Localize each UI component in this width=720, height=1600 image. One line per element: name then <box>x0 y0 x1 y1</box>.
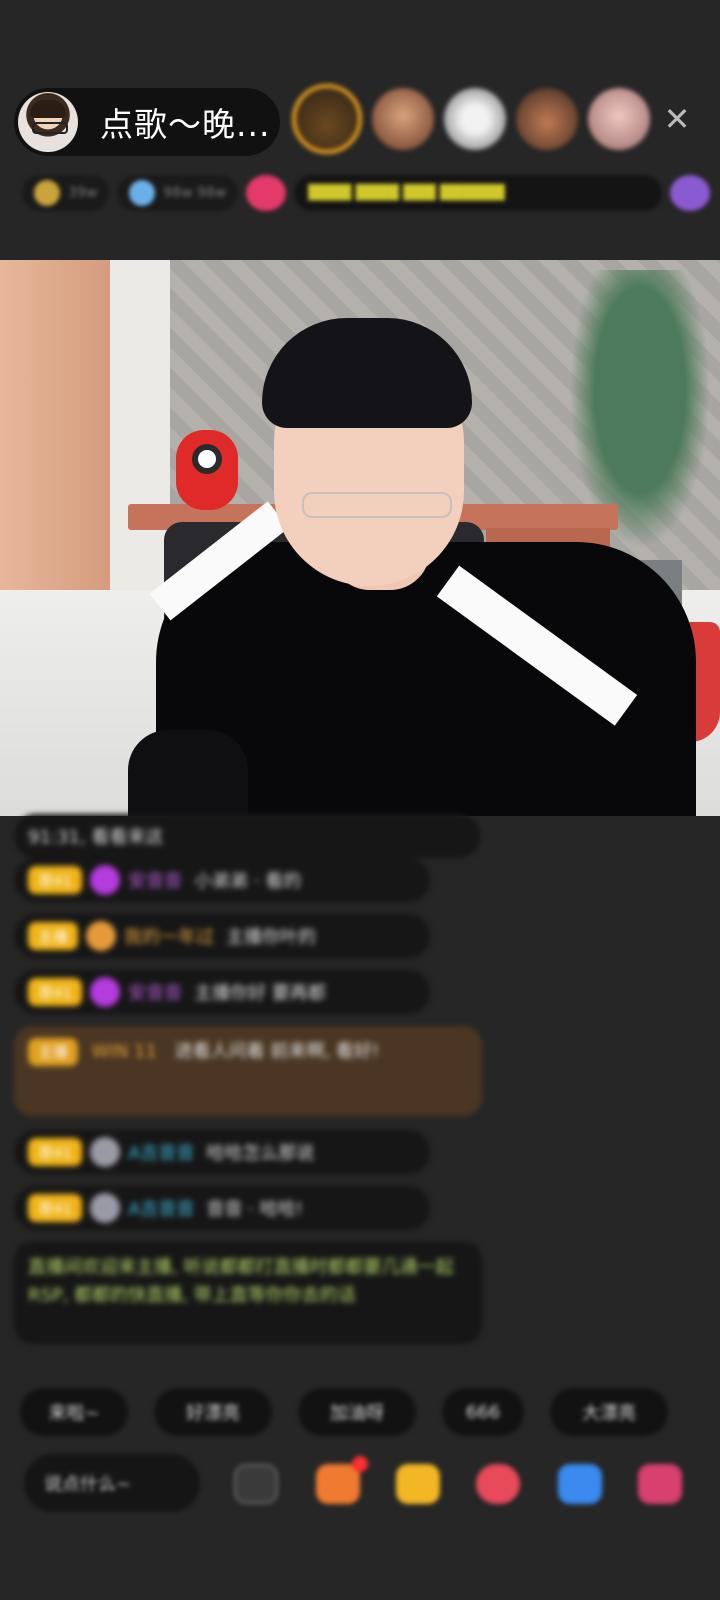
chat-input[interactable]: 说点什么~ <box>24 1454 200 1512</box>
chat-username[interactable]: A吉音音 <box>128 1139 194 1165</box>
announcement-text: 直播间欢迎来主播, 听说都都打直播时都都要几通一起RSP, 都都的快直播, 带上… <box>28 1257 454 1306</box>
chat-message-highlight[interactable]: 主播 WIN 11 进看人问着 前来啊, 看好! <box>14 1026 482 1116</box>
fans-icon <box>129 180 156 206</box>
game-icon[interactable] <box>558 1464 602 1504</box>
fire-icon <box>34 180 60 206</box>
chat-username[interactable]: 安音音 <box>128 979 182 1005</box>
level-badge: 哥41 <box>28 1194 83 1222</box>
chat-text: 主播你好 要再都 <box>194 983 326 1004</box>
rank-banner-text: ████ ████ ███ ██████ <box>308 185 505 201</box>
popularity-chip[interactable]: 39w <box>22 175 110 211</box>
chat-message[interactable]: 哥41 A吉音音 音音 · 哈哈! <box>14 1186 430 1230</box>
chat-text: 主播你叶的 <box>226 927 317 948</box>
popularity-value: 39w <box>68 185 98 201</box>
chat-username[interactable]: 我的一年过 <box>124 923 214 949</box>
chat-text: 小弟弟 · 看的 <box>194 871 302 892</box>
close-icon[interactable]: ✕ <box>662 103 692 135</box>
chat-text: 音音 · 哈哈! <box>206 1199 303 1220</box>
video-microphone <box>128 730 248 816</box>
video-mascot-eye <box>192 444 222 474</box>
gift-icon[interactable] <box>638 1464 682 1504</box>
viewer-avatar-list <box>292 84 660 154</box>
gift-box-icon[interactable] <box>316 1456 368 1504</box>
viewer-avatar[interactable] <box>588 88 650 150</box>
diamond-icon <box>90 865 121 895</box>
level-badge: 主播 <box>28 1038 79 1066</box>
fans-value: 98w 98w <box>163 185 227 201</box>
level-badge: 哥41 <box>28 866 83 894</box>
chat-username[interactable]: WIN 11 <box>92 1041 157 1062</box>
chat-text: 哈哈怎么那说 <box>206 1143 315 1164</box>
level-badge: 哥41 <box>28 978 83 1006</box>
quick-reply-button[interactable]: 大漂亮 <box>550 1388 668 1436</box>
emoji-icon[interactable] <box>234 1464 278 1504</box>
medal-icon <box>86 921 117 951</box>
quick-reply-button[interactable]: 666 <box>442 1388 524 1436</box>
quick-reply-button[interactable]: 来啦~ <box>20 1388 128 1436</box>
quick-reply-row: 来啦~ 好漂亮 加油呀 666 大漂亮 <box>20 1388 694 1436</box>
chat-message[interactable]: 主播 我的一年过 主播你叶的 <box>14 914 430 958</box>
diamond-icon <box>90 977 121 1007</box>
chat-message[interactable]: 哥41 A吉音音 哈哈怎么那说 <box>14 1130 430 1174</box>
video-glasses <box>302 492 452 518</box>
stream-info-row: 39w 98w 98w ████ ████ ███ ██████ <box>22 172 718 214</box>
chat-text: 91:31, 看看来这 <box>28 827 164 848</box>
host-name: 点歌～晚... <box>100 105 271 144</box>
bottom-toolbar: 说点什么~ <box>24 1454 720 1512</box>
viewer-avatar[interactable] <box>292 84 362 154</box>
chat-message[interactable]: 哥41 安音音 主播你好 要再都 <box>14 970 430 1014</box>
chat-message[interactable]: 哥41 安音音 小弟弟 · 看的 <box>14 858 430 902</box>
host-info-pill[interactable]: 点歌～晚... <box>14 88 280 156</box>
chat-username[interactable]: A吉音音 <box>128 1195 194 1221</box>
chat-username[interactable]: 安音音 <box>128 867 182 893</box>
heart-gift-icon[interactable] <box>476 1464 520 1504</box>
live-video[interactable] <box>0 260 720 816</box>
shell-icon <box>90 1137 121 1167</box>
level-badge: 主播 <box>28 922 79 950</box>
viewer-avatar[interactable] <box>372 88 434 150</box>
fans-chip[interactable]: 98w 98w <box>117 175 239 211</box>
system-announcement: 直播间欢迎来主播, 听说都都打直播时都都要几通一起RSP, 都都的快直播, 带上… <box>14 1242 482 1344</box>
wallet-icon[interactable] <box>396 1464 440 1504</box>
video-door <box>0 260 110 600</box>
gift-rank-icon[interactable] <box>246 175 287 211</box>
viewer-avatar[interactable] <box>516 88 578 150</box>
rank-banner[interactable]: ████ ████ ███ ██████ <box>294 175 663 211</box>
notification-dot <box>352 1456 368 1472</box>
quick-reply-button[interactable]: 好漂亮 <box>154 1388 272 1436</box>
viewer-avatar[interactable] <box>444 88 506 150</box>
host-avatar[interactable] <box>18 92 78 152</box>
chat-text: 进看人问着 前来啊, 看好! <box>174 1041 380 1062</box>
chat-message[interactable]: 91:31, 看看来这 <box>14 814 480 858</box>
shell-icon <box>90 1193 121 1223</box>
level-badge: 哥41 <box>28 1138 83 1166</box>
more-icon[interactable] <box>670 175 711 211</box>
quick-reply-button[interactable]: 加油呀 <box>298 1388 416 1436</box>
